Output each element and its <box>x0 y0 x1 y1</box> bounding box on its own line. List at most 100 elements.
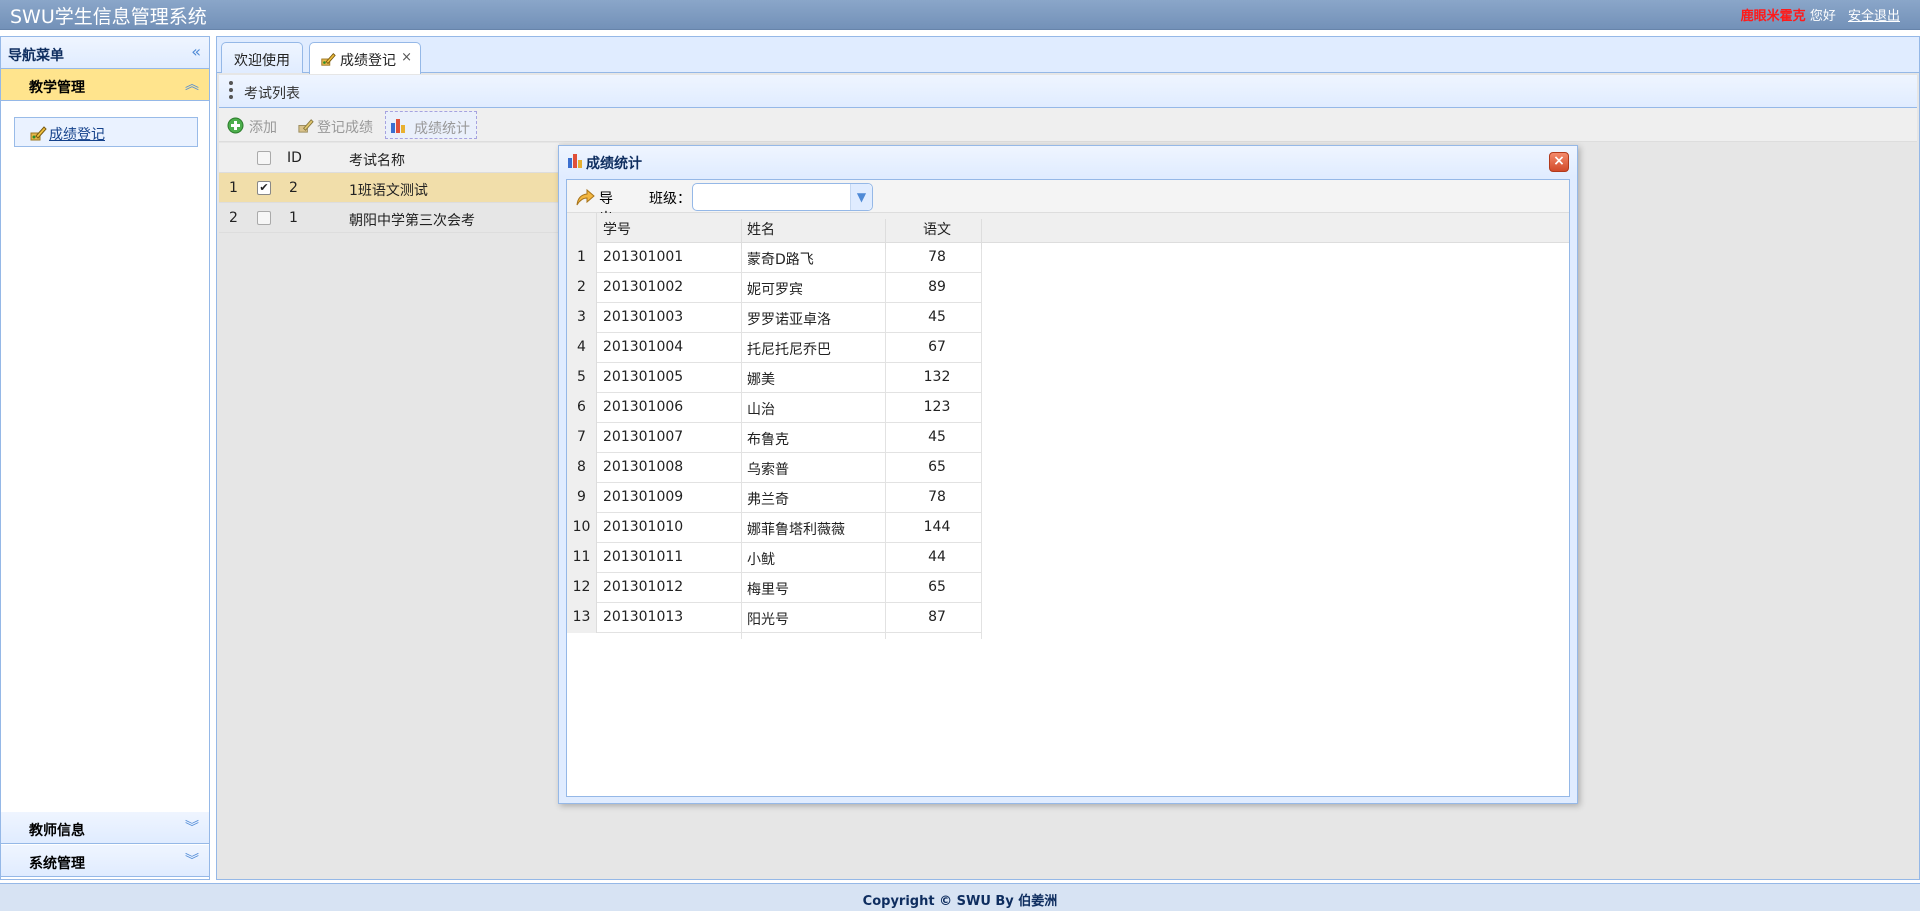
row-number: 1 <box>229 180 238 196</box>
close-icon[interactable]: × <box>1549 152 1569 172</box>
table-row[interactable]: 12 201301012 梅里号 65 <box>567 573 982 609</box>
col-header-chinese: 语文 <box>923 222 951 238</box>
cell-student-name: 娜菲鲁塔利薇薇 <box>747 522 845 538</box>
grade-table: 学号 姓名 语文 1 201301001 蒙奇D路飞 78 2 201301002 妮可罗宾… <box>567 213 1569 639</box>
tab-label: 欢迎使用 <box>234 53 290 69</box>
table-row[interactable]: 5 201301005 娜美 132 <box>567 363 982 399</box>
nav-item-grade-register[interactable]: 成绩登记 <box>14 117 198 147</box>
chevron-down-icon[interactable]: ︾ <box>185 817 199 837</box>
row-number: 12 <box>567 573 597 603</box>
cell-student-name: 小鱿 <box>747 552 775 568</box>
tab-welcome[interactable]: 欢迎使用 <box>221 42 303 73</box>
panel-title: 考试列表 <box>244 86 300 102</box>
cell-student-id: 201301007 <box>603 429 684 445</box>
nav-header: 导航菜单 « <box>1 37 209 69</box>
cell-chinese-score: 44 <box>928 549 946 565</box>
cell-student-id: 201301011 <box>603 549 684 565</box>
cell-student-id: 201301005 <box>603 369 684 385</box>
cell-student-id: 201301013 <box>603 609 684 625</box>
cell-chinese-score: 87 <box>928 609 946 625</box>
select-all-checkbox[interactable] <box>257 151 271 165</box>
register-grade-button[interactable]: 登记成绩 <box>295 111 379 139</box>
dialog-toolbar: 导出 班级： ▼ <box>567 180 1569 227</box>
chevron-down-icon[interactable]: ︾ <box>185 850 199 870</box>
register-label: 登记成绩 <box>317 120 373 136</box>
bar-chart-icon <box>567 152 584 173</box>
table-row[interactable]: 8 201301008 乌索普 65 <box>567 453 982 489</box>
cell-student-name: 弗兰奇 <box>747 492 789 508</box>
cell-student-name: 乌索普 <box>747 462 789 478</box>
tab-grade-register[interactable]: 成绩登记 × <box>309 42 421 74</box>
table-row[interactable]: 2 1 朝阳中学第三次会考 <box>219 203 559 233</box>
table-row[interactable]: 11 201301011 小鱿 44 <box>567 543 982 579</box>
class-select[interactable]: ▼ <box>692 183 873 211</box>
table-row[interactable]: 4 201301004 托尼托尼乔巴 67 <box>567 333 982 369</box>
username: 鹿眼米霍克 <box>1740 9 1806 24</box>
chevron-down-icon[interactable]: ▼ <box>850 184 872 210</box>
table-row[interactable]: 1 ✔ 2 1班语文测试 <box>219 173 559 203</box>
cell-student-name: 布鲁克 <box>747 432 789 448</box>
cell-student-name: 托尼托尼乔巴 <box>747 342 831 358</box>
cell-chinese-score: 89 <box>928 279 946 295</box>
add-button[interactable]: 添加 <box>225 111 285 139</box>
cell-chinese-score: 78 <box>928 489 946 505</box>
cell-student-id: 201301001 <box>603 249 684 265</box>
row-number: 11 <box>567 543 597 573</box>
row-number: 2 <box>229 210 238 226</box>
cell-chinese-score: 144 <box>923 519 951 535</box>
footer: Copyright © SWU By 伯姜洲 <box>0 883 1920 911</box>
nav-section-system[interactable]: 系统管理 ︾ <box>1 845 209 877</box>
add-icon <box>227 117 244 138</box>
cell-student-id: 201301003 <box>603 309 684 325</box>
tab-bar: 欢迎使用 成绩登记 × <box>217 37 1919 74</box>
row-number: 1 <box>567 243 597 273</box>
collapse-left-icon[interactable]: « <box>191 42 201 61</box>
col-header-id: ID <box>287 150 302 166</box>
chevron-up-icon[interactable]: ︽ <box>185 74 199 94</box>
cell-student-name: 妮可罗宾 <box>747 282 803 298</box>
dialog-titlebar[interactable]: 成绩统计 × <box>559 146 1577 177</box>
cell-chinese-score: 65 <box>928 459 946 475</box>
col-header-name: 姓名 <box>747 222 775 238</box>
cell-student-name: 梅里号 <box>747 582 789 598</box>
cell-student-name: 山治 <box>747 402 775 418</box>
table-row[interactable]: 3 201301003 罗罗诺亚卓洛 45 <box>567 303 982 339</box>
pencil-icon <box>29 124 47 146</box>
nav-section-teachers[interactable]: 教师信息 ︾ <box>1 812 209 844</box>
cell-student-id: 201301012 <box>603 579 684 595</box>
panel-header: 考试列表 <box>219 75 1917 108</box>
close-tab-icon[interactable]: × <box>401 50 412 65</box>
col-header-student-id: 学号 <box>603 222 631 238</box>
dialog-body: 导出 班级： ▼ 学号 姓名 语文 1 201301001 蒙奇D路飞 78 2 2013… <box>566 179 1570 797</box>
cell-chinese-score: 45 <box>928 309 946 325</box>
grade-stats-button[interactable]: 成绩统计 <box>385 111 477 139</box>
cell-chinese-score: 45 <box>928 429 946 445</box>
row-checkbox-checked[interactable]: ✔ <box>257 181 271 195</box>
table-row[interactable]: 10 201301010 娜菲鲁塔利薇薇 144 <box>567 513 982 549</box>
logout-link[interactable]: 安全退出 <box>1848 9 1900 24</box>
cell-exam-name: 朝阳中学第三次会考 <box>349 213 475 229</box>
table-row[interactable]: 1 201301001 蒙奇D路飞 78 <box>567 243 982 279</box>
row-number: 7 <box>567 423 597 453</box>
table-row[interactable]: 9 201301009 弗兰奇 78 <box>567 483 982 519</box>
cell-chinese-score: 78 <box>928 249 946 265</box>
table-row[interactable]: 6 201301006 山治 123 <box>567 393 982 429</box>
row-number-header <box>567 213 597 243</box>
row-checkbox[interactable] <box>257 211 271 225</box>
row-number: 8 <box>567 453 597 483</box>
bar-chart-icon <box>390 117 407 138</box>
table-header: ID 考试名称 <box>219 143 559 173</box>
table-row[interactable]: 2 201301002 妮可罗宾 89 <box>567 273 982 309</box>
table-row[interactable]: 13 201301013 阳光号 87 <box>567 603 982 639</box>
nav-section-teaching[interactable]: 教学管理 ︽ <box>1 69 209 101</box>
row-number: 4 <box>567 333 597 363</box>
nav-section-label: 系统管理 <box>29 856 85 872</box>
table-row[interactable]: 7 201301007 布鲁克 45 <box>567 423 982 459</box>
add-label: 添加 <box>249 120 277 136</box>
edit-icon <box>297 117 314 138</box>
cell-student-id: 201301004 <box>603 339 684 355</box>
cell-student-name: 罗罗诺亚卓洛 <box>747 312 831 328</box>
cell-student-name: 蒙奇D路飞 <box>747 252 814 268</box>
dialog-title: 成绩统计 <box>586 156 642 172</box>
cell-student-name: 阳光号 <box>747 612 789 628</box>
